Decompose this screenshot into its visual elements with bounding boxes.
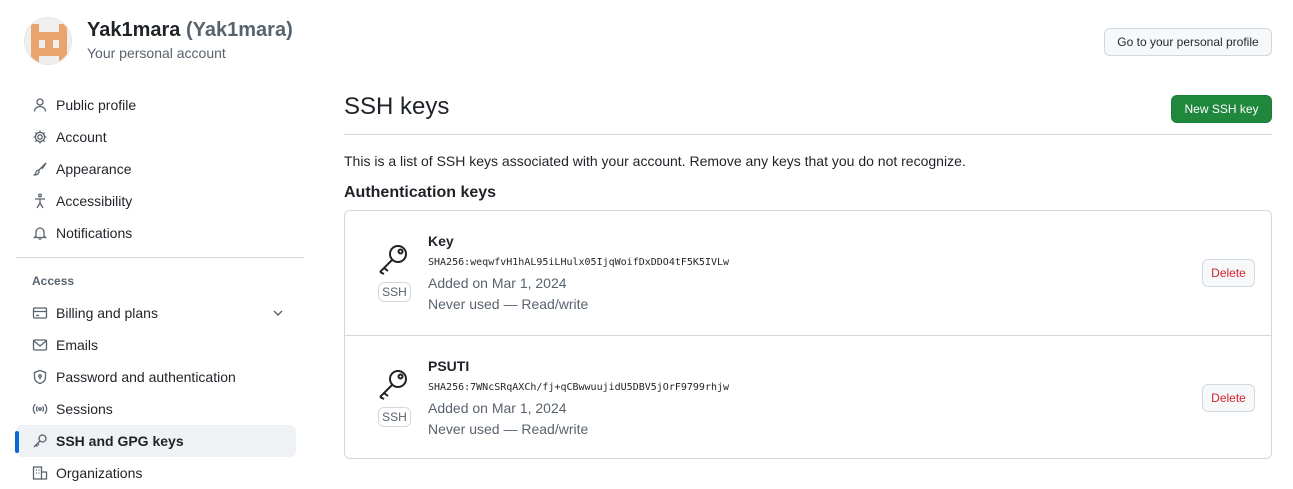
chevron-down-icon[interactable] [270, 305, 286, 321]
paintbrush-icon [32, 161, 48, 177]
delete-key-button[interactable]: Delete [1202, 384, 1255, 412]
list-item: SSH PSUTI SHA256:7WNcSRqAXCh/fj+qCBwwuuj… [345, 335, 1271, 459]
sidebar-item-appearance[interactable]: Appearance [16, 153, 296, 185]
key-usage: Never used — Read/write [428, 421, 589, 437]
sidebar-item-public-profile[interactable]: Public profile [16, 89, 296, 121]
sidebar-item-sessions[interactable]: Sessions [16, 393, 296, 425]
broadcast-icon [32, 401, 48, 417]
accessibility-icon [32, 193, 48, 209]
sidebar-item-label: Appearance [56, 161, 132, 177]
sidebar-item-billing[interactable]: Billing and plans [16, 297, 296, 329]
sidebar-item-label: Notifications [56, 225, 133, 241]
key-added-date: Added on Mar 1, 2024 [428, 275, 567, 291]
sidebar-item-ssh-gpg-keys[interactable]: SSH and GPG keys [15, 425, 296, 457]
sidebar-item-label: Billing and plans [56, 305, 158, 321]
sidebar-item-notifications[interactable]: Notifications [16, 217, 296, 249]
sidebar-item-label: Organizations [56, 465, 143, 481]
key-icon [379, 245, 407, 275]
key-icon [32, 433, 48, 449]
ssh-badge: SSH [378, 282, 411, 302]
sidebar-item-label: Accessibility [56, 193, 133, 209]
sidebar-item-accessibility[interactable]: Accessibility [16, 185, 296, 217]
sidebar-item-label: Sessions [56, 401, 113, 417]
sidebar-item-password-authentication[interactable]: Password and authentication [16, 361, 296, 393]
organization-icon [32, 465, 48, 481]
sidebar-item-label: SSH and GPG keys [56, 433, 184, 449]
title-divider [344, 134, 1272, 135]
sidebar-item-label: Password and authentication [56, 369, 236, 385]
sidebar-item-emails[interactable]: Emails [16, 329, 296, 361]
account-login: (Yak1mara) [185, 19, 293, 41]
key-added-date: Added on Mar 1, 2024 [428, 400, 567, 416]
sidebar-item-organizations[interactable]: Organizations [16, 457, 296, 489]
ssh-badge: SSH [378, 407, 411, 427]
sidebar-item-account[interactable]: Account [16, 121, 296, 153]
avatar-identicon [25, 18, 71, 64]
ssh-keys-list: SSH Key SHA256:weqwfvH1hAL95iLHulx05IjqW… [344, 210, 1272, 459]
key-title: Key [428, 233, 454, 249]
bell-icon [32, 225, 48, 241]
list-item: SSH Key SHA256:weqwfvH1hAL95iLHulx05IjqW… [345, 211, 1271, 335]
key-title: PSUTI [428, 358, 470, 374]
key-fingerprint: SHA256:7WNcSRqAXCh/fj+qCBwwuujidU5DBV5jO… [428, 382, 730, 393]
avatar[interactable] [24, 17, 72, 65]
sidebar-item-label: Account [56, 129, 107, 145]
account-subtitle: Your personal account [87, 45, 226, 61]
sidebar-heading-access: Access [32, 274, 75, 288]
gear-icon [32, 129, 48, 145]
shield-lock-icon [32, 369, 48, 385]
key-icon [379, 370, 407, 400]
section-heading-authentication-keys: Authentication keys [344, 184, 497, 201]
sidebar-item-label: Public profile [56, 97, 137, 113]
account-name[interactable]: Yak1mara (Yak1mara) [87, 19, 293, 42]
new-ssh-key-button[interactable]: New SSH key [1171, 95, 1272, 123]
sidebar-divider [16, 257, 304, 258]
key-fingerprint: SHA256:weqwfvH1hAL95iLHulx05IjqWoifDxDDO… [428, 257, 730, 268]
account-display-name: Yak1mara [87, 19, 181, 41]
key-usage: Never used — Read/write [428, 296, 589, 312]
person-icon [32, 97, 48, 113]
go-to-profile-button[interactable]: Go to your personal profile [1104, 28, 1272, 56]
sidebar-item-label: Emails [56, 337, 99, 353]
credit-card-icon [32, 305, 48, 321]
delete-key-button[interactable]: Delete [1202, 259, 1255, 287]
mail-icon [32, 337, 48, 353]
page-title: SSH keys [344, 93, 450, 120]
intro-text: This is a list of SSH keys associated wi… [344, 153, 966, 169]
